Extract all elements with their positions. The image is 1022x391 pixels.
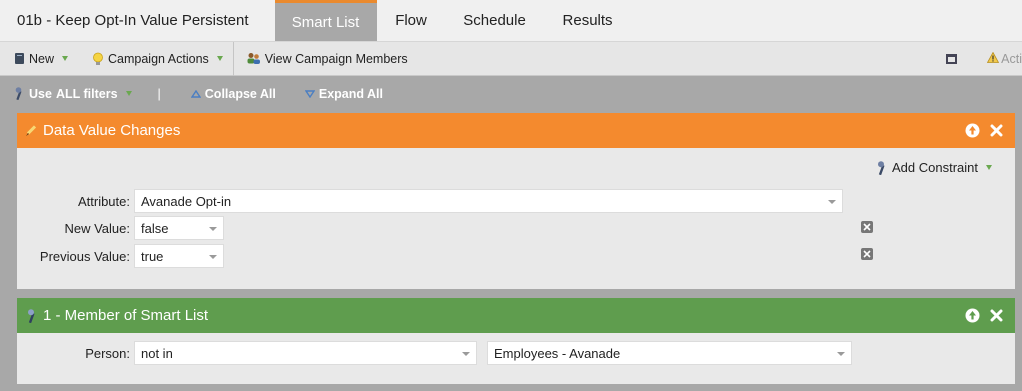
previous-value-value: true <box>141 248 164 264</box>
toolbar-right: Acti <box>946 42 1022 76</box>
previous-value-label: Previous Value: <box>39 248 130 264</box>
campaign-actions-caret-icon <box>216 56 223 61</box>
chevron-down-icon <box>462 352 470 356</box>
constraint-row: Previous Value: true <box>17 244 224 268</box>
people-icon <box>246 52 261 65</box>
new-value-select[interactable]: false <box>134 216 224 240</box>
smart-list-select[interactable]: Employees - Avanade <box>487 341 852 365</box>
arrow-up-circle-icon[interactable] <box>965 123 980 138</box>
campaign-title: 01b - Keep Opt-In Value Persistent <box>17 12 249 29</box>
wrench-icon <box>875 160 888 175</box>
use-value: ALL filters <box>55 86 118 101</box>
new-value-value: false <box>141 220 169 236</box>
filter-actions <box>965 113 1003 148</box>
filter-header[interactable]: 1 - Member of Smart List <box>17 298 1015 333</box>
filter-header[interactable]: Data Value Changes <box>17 113 1015 148</box>
chevron-down-icon <box>828 200 836 204</box>
document-icon <box>14 52 25 65</box>
pencil-icon <box>25 124 38 137</box>
chevron-down-icon <box>209 227 217 231</box>
triangle-up-icon <box>190 89 201 98</box>
filter-options-bar: Use ALL filters | Collapse All Expand Al… <box>0 77 1022 110</box>
window-icon[interactable] <box>946 54 958 64</box>
collapse-all-button[interactable]: Collapse All <box>190 86 276 101</box>
attribute-select[interactable]: Avanade Opt-in <box>134 189 843 213</box>
new-button[interactable]: New <box>0 42 78 75</box>
expand-all-button[interactable]: Expand All <box>304 86 384 101</box>
person-label: Person: <box>85 345 130 361</box>
attribute-label: Attribute: <box>77 193 130 209</box>
constraint-row: Attribute: Avanade Opt-in <box>17 189 843 213</box>
add-constraint-dropdown[interactable]: Add Constraint <box>875 160 992 175</box>
filter-member-of-smart-list: 1 - Member of Smart List Person: not in … <box>17 298 1015 384</box>
lightbulb-icon <box>92 52 104 66</box>
x-box-icon[interactable] <box>861 248 873 260</box>
close-icon[interactable] <box>990 124 1003 137</box>
collapse-all-label: Collapse All <box>204 86 276 101</box>
tab-flow[interactable]: Flow <box>377 0 446 41</box>
new-label: New <box>29 51 55 66</box>
x-box-icon[interactable] <box>861 221 873 233</box>
constraint-row: Person: not in Employees - Avanade <box>17 341 852 365</box>
chevron-down-icon <box>837 352 845 356</box>
attribute-value: Avanade Opt-in <box>141 193 232 209</box>
activity-label: Acti <box>1001 52 1022 66</box>
smart-list-value: Employees - Avanade <box>494 345 621 361</box>
filter-actions <box>965 298 1003 333</box>
filter-title: 1 - Member of Smart List <box>43 307 209 324</box>
filter-data-value-changes: Data Value Changes Add Constraint Attrib… <box>17 113 1015 289</box>
tab-smart-list[interactable]: Smart List <box>274 0 377 41</box>
options-divider: | <box>157 86 161 101</box>
use-all-filters-dropdown[interactable]: Use ALL filters <box>13 87 132 101</box>
warning-icon <box>986 51 1000 66</box>
new-caret-icon <box>62 56 69 61</box>
view-campaign-members-label: View Campaign Members <box>264 51 408 66</box>
tab-schedule[interactable]: Schedule <box>446 0 544 41</box>
filter-title: Data Value Changes <box>43 122 181 139</box>
campaign-actions-button[interactable]: Campaign Actions <box>78 42 233 75</box>
wrench-icon <box>13 87 25 100</box>
activity-button[interactable]: Acti <box>986 51 1022 66</box>
close-icon[interactable] <box>990 309 1003 322</box>
wrench-icon <box>25 308 38 323</box>
arrow-up-circle-icon[interactable] <box>965 308 980 323</box>
campaign-actions-label: Campaign Actions <box>108 51 209 66</box>
new-value-label: New Value: <box>64 220 130 236</box>
toolbar: New Campaign Actions View Campaign Membe… <box>0 41 1022 76</box>
tab-results[interactable]: Results <box>544 0 632 41</box>
person-operator-select[interactable]: not in <box>134 341 477 365</box>
expand-all-label: Expand All <box>318 86 384 101</box>
tab-bar: 01b - Keep Opt-In Value Persistent Smart… <box>0 0 1022 42</box>
use-label: Use <box>29 86 52 101</box>
person-operator-value: not in <box>141 345 173 361</box>
add-constraint-label: Add Constraint <box>892 160 978 175</box>
view-campaign-members-button[interactable]: View Campaign Members <box>234 42 418 75</box>
chevron-down-icon <box>209 255 217 259</box>
add-constraint-caret-icon <box>986 165 992 170</box>
triangle-down-icon <box>304 89 315 98</box>
use-caret-icon <box>125 91 132 96</box>
constraint-row: New Value: false <box>17 216 224 240</box>
previous-value-select[interactable]: true <box>134 244 224 268</box>
